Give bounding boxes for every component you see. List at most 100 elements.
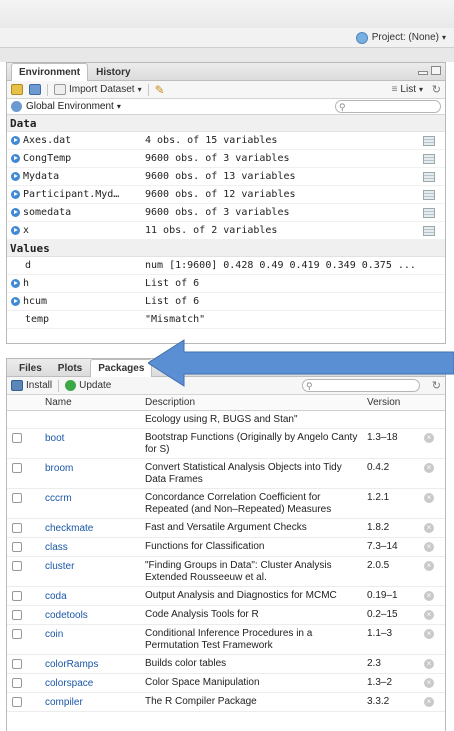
env-search-input[interactable]: ⚲ [335, 100, 441, 113]
remove-package-icon[interactable]: × [424, 542, 434, 552]
value-row-name[interactable]: temp [7, 314, 145, 325]
data-row-name[interactable]: CongTemp [7, 153, 145, 164]
remove-package-icon[interactable]: × [424, 433, 434, 443]
tab-plots[interactable]: Plots [50, 359, 90, 376]
package-checkbox[interactable] [12, 610, 22, 620]
expand-icon[interactable] [11, 279, 20, 288]
package-checkbox[interactable] [12, 433, 22, 443]
data-row-name[interactable]: Axes.dat [7, 135, 145, 146]
package-name-link[interactable]: colorspace [27, 677, 139, 690]
value-row[interactable]: hcum List of 6 [7, 293, 445, 311]
open-folder-icon[interactable] [11, 84, 23, 95]
table-view-icon[interactable] [423, 190, 435, 200]
list-view-button[interactable]: ≡ List ▾ [392, 84, 423, 95]
package-checkbox[interactable] [12, 523, 22, 533]
install-button[interactable]: Install [11, 380, 52, 391]
table-view-icon[interactable] [423, 154, 435, 164]
package-checkbox[interactable] [12, 591, 22, 601]
value-row[interactable]: d num [1:9600] 0.428 0.49 0.419 0.349 0.3… [7, 257, 445, 275]
value-row-name[interactable]: hcum [7, 296, 145, 307]
remove-package-icon[interactable]: × [424, 678, 434, 688]
value-row-name[interactable]: h [7, 278, 145, 289]
package-checkbox[interactable] [12, 697, 22, 707]
value-row[interactable]: h List of 6 [7, 275, 445, 293]
column-description[interactable]: Description [139, 397, 365, 408]
chevron-down-icon[interactable]: ▾ [442, 33, 446, 42]
minimize-icon[interactable] [418, 71, 428, 75]
package-name-link[interactable]: broom [27, 462, 139, 475]
package-checkbox[interactable] [12, 493, 22, 503]
table-view-icon[interactable] [423, 226, 435, 236]
data-row-name[interactable]: somedata [7, 207, 145, 218]
package-checkbox[interactable] [12, 678, 22, 688]
value-row-value: "Mismatch" [145, 314, 206, 325]
package-name-link[interactable]: cccrm [27, 492, 139, 505]
table-view-icon[interactable] [423, 172, 435, 182]
package-name-link[interactable]: class [27, 541, 139, 554]
data-row[interactable]: Mydata 9600 obs. of 13 variables [7, 168, 445, 186]
package-checkbox[interactable] [12, 659, 22, 669]
remove-package-icon[interactable]: × [424, 659, 434, 669]
data-row-name[interactable]: Participant.Myd… [7, 189, 145, 200]
package-name-link[interactable]: boot [27, 432, 139, 445]
remove-package-icon[interactable]: × [424, 697, 434, 707]
table-view-icon[interactable] [423, 208, 435, 218]
package-name-link[interactable]: cluster [27, 560, 139, 573]
broom-icon[interactable]: ✎ [155, 83, 165, 97]
package-name-link[interactable]: codetools [27, 609, 139, 622]
remove-package-icon[interactable]: × [424, 591, 434, 601]
update-button[interactable]: Update [65, 380, 111, 391]
maximize-icon[interactable] [431, 66, 441, 75]
save-icon[interactable] [29, 84, 41, 95]
data-row[interactable]: Participant.Myd… 9600 obs. of 12 variable… [7, 186, 445, 204]
package-checkbox-cell [7, 677, 27, 688]
expand-icon[interactable] [11, 190, 20, 199]
package-name-link[interactable]: compiler [27, 696, 139, 709]
value-row-name[interactable]: d [7, 260, 145, 271]
data-row-name[interactable]: Mydata [7, 171, 145, 182]
column-version[interactable]: Version [365, 397, 413, 408]
package-name-link[interactable]: colorRamps [27, 658, 139, 671]
remove-package-icon[interactable]: × [424, 523, 434, 533]
tab-packages[interactable]: Packages [90, 359, 153, 377]
package-checkbox-cell [7, 658, 27, 669]
chevron-down-icon[interactable]: ▾ [117, 102, 121, 111]
data-row-name[interactable]: x [7, 225, 145, 236]
table-view-icon[interactable] [423, 136, 435, 146]
package-row: broom Convert Statistical Analysis Object… [7, 459, 445, 489]
refresh-icon[interactable]: ↻ [432, 83, 441, 96]
remove-package-icon[interactable]: × [424, 493, 434, 503]
section-data-header: Data [7, 115, 445, 132]
tab-environment[interactable]: Environment [11, 63, 89, 81]
tab-files[interactable]: Files [11, 359, 50, 376]
data-row-value: 11 obs. of 2 variables [145, 225, 278, 236]
remove-package-icon[interactable]: × [424, 629, 434, 639]
data-row[interactable]: x 11 obs. of 2 variables [7, 222, 445, 240]
package-checkbox[interactable] [12, 542, 22, 552]
data-row[interactable]: Axes.dat 4 obs. of 15 variables [7, 132, 445, 150]
remove-package-icon[interactable]: × [424, 463, 434, 473]
value-row[interactable]: temp "Mismatch" [7, 311, 445, 329]
package-name-link[interactable]: coda [27, 590, 139, 603]
package-name-link[interactable]: checkmate [27, 522, 139, 535]
expand-icon[interactable] [11, 172, 20, 181]
remove-package-icon[interactable]: × [424, 610, 434, 620]
package-checkbox[interactable] [12, 463, 22, 473]
package-checkbox[interactable] [12, 561, 22, 571]
expand-icon[interactable] [11, 154, 20, 163]
project-menu[interactable]: Project: (None) [372, 32, 439, 43]
package-checkbox[interactable] [12, 629, 22, 639]
expand-icon[interactable] [11, 208, 20, 217]
expand-icon[interactable] [11, 136, 20, 145]
package-checkbox-cell [7, 609, 27, 620]
data-row[interactable]: CongTemp 9600 obs. of 3 variables [7, 150, 445, 168]
expand-icon[interactable] [11, 226, 20, 235]
remove-package-icon[interactable]: × [424, 561, 434, 571]
data-row[interactable]: somedata 9600 obs. of 3 variables [7, 204, 445, 222]
tab-history[interactable]: History [88, 63, 138, 80]
column-name[interactable]: Name [27, 397, 139, 408]
scope-selector[interactable]: Global Environment [26, 101, 114, 112]
package-name-link[interactable]: coin [27, 628, 139, 641]
import-dataset-button[interactable]: Import Dataset ▾ [54, 84, 142, 95]
expand-icon[interactable] [11, 297, 20, 306]
